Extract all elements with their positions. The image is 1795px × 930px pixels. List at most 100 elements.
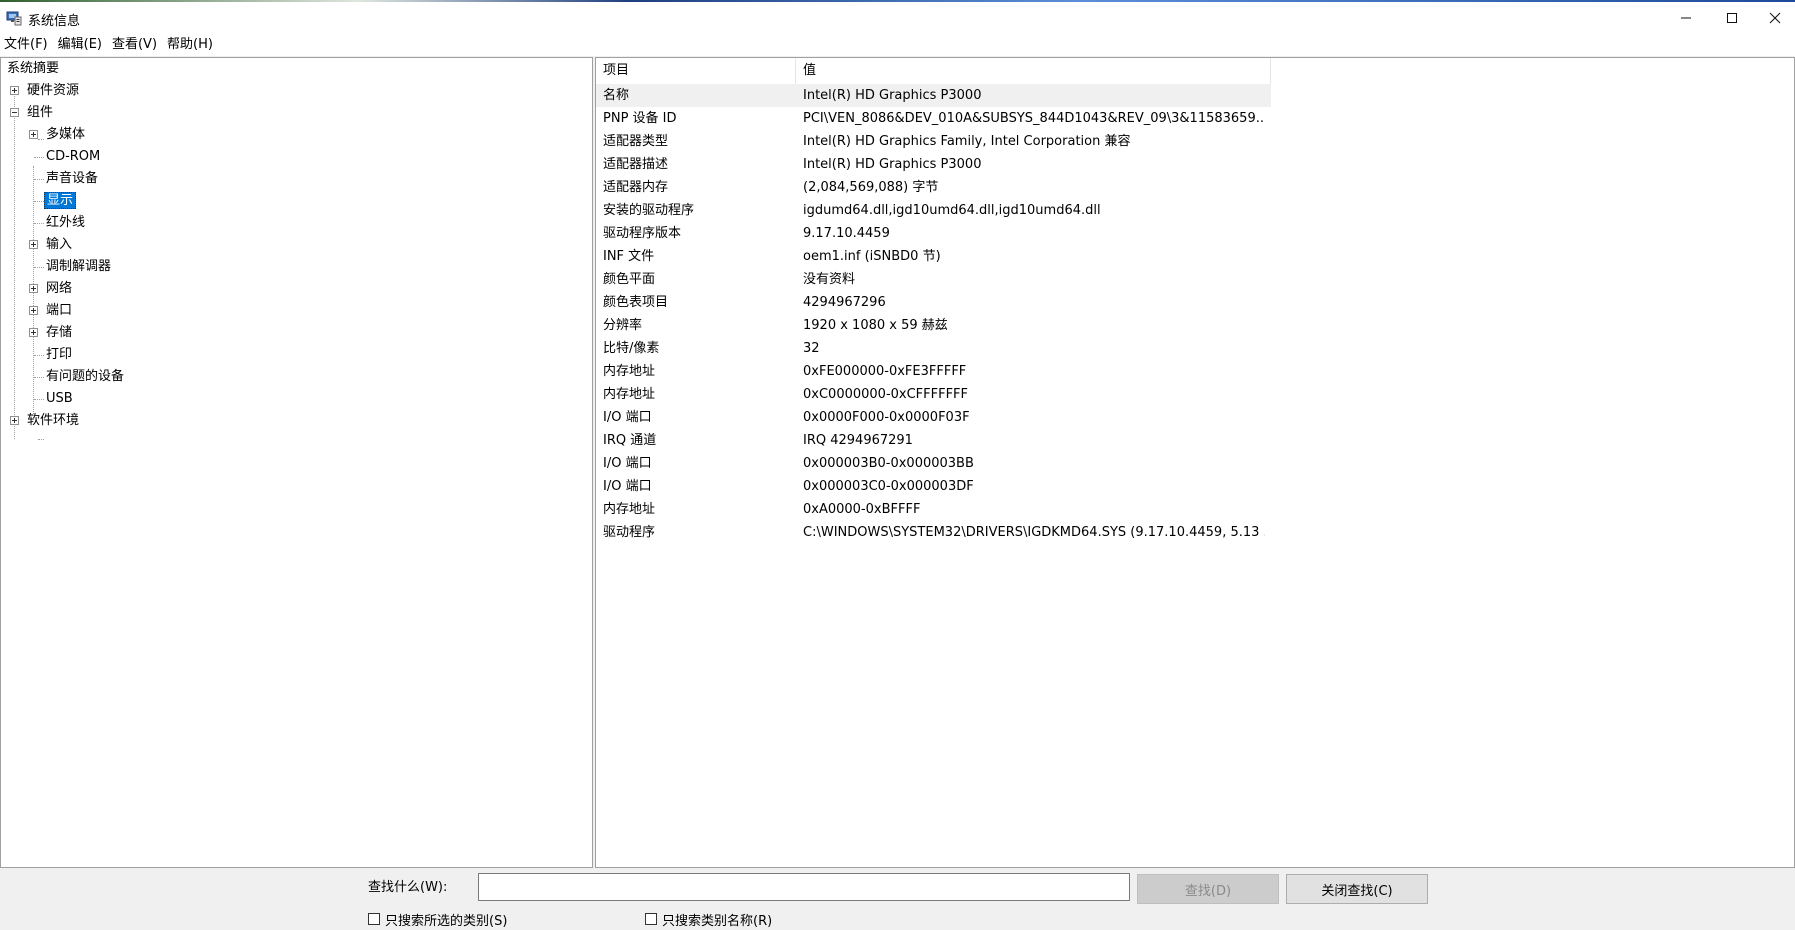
row-item-name: 适配器内存 [603,180,669,195]
tree-item-components[interactable]: 组件 [10,102,210,124]
tree-item-modem[interactable]: 调制解调器 [46,256,111,278]
expand-plus-icon[interactable] [29,284,38,293]
tree-item-label: 软件环境 [27,413,80,428]
row-item-name: 安装的驱动程序 [603,203,695,218]
find-button[interactable]: 查找(D) [1137,874,1279,904]
tree-line [34,223,44,224]
table-row[interactable]: I/O 端口 0x0000F000-0x0000F03F [596,406,1271,429]
tree-line [34,355,44,356]
row-item-value: 0x0000F000-0x0000F03F [803,410,970,425]
tree-item-usb[interactable]: USB [46,388,73,410]
tree-item-label: 打印 [46,347,73,362]
table-row[interactable]: IRQ 通道 IRQ 4294967291 [596,429,1271,452]
table-row[interactable]: I/O 端口 0x000003C0-0x000003DF [596,475,1271,498]
tree-item-input[interactable]: 输入 [29,234,229,256]
row-item-name: I/O 端口 [603,410,652,425]
checkbox-box[interactable] [645,913,657,925]
menu-help[interactable]: 帮助(H) [163,34,219,56]
table-row[interactable]: 适配器类型 Intel(R) HD Graphics Family, Intel … [596,130,1271,153]
expand-plus-icon[interactable] [29,328,38,337]
row-item-value: 0xA0000-0xBFFFF [803,502,921,517]
collapse-minus-icon[interactable] [10,108,19,117]
table-row[interactable]: 驱动程序版本 9.17.10.4459 [596,222,1271,245]
tree-item-printing[interactable]: 打印 [46,344,72,366]
menu-bar: 文件(F) 编辑(E) 查看(V) 帮助(H) [0,34,1795,56]
tree-item-label: 红外线 [46,215,86,230]
table-row[interactable]: 颜色平面 没有资料 [596,268,1271,291]
tree-line [34,179,44,180]
maximize-button[interactable] [1709,2,1755,34]
menu-file[interactable]: 文件(F) [0,34,54,56]
table-row[interactable]: I/O 端口 0x000003B0-0x000003BB [596,452,1271,475]
table-row[interactable]: 内存地址 0xFE000000-0xFE3FFFFF [596,360,1271,383]
row-item-value: 1920 x 1080 x 59 赫兹 [803,318,948,333]
tree-item-label: USB [46,391,73,406]
row-item-value: IRQ 4294967291 [803,433,913,448]
tree-item-network[interactable]: 网络 [29,278,229,300]
tree-item-storage[interactable]: 存储 [29,322,229,344]
tree-line [14,89,15,439]
table-row[interactable]: 名称 Intel(R) HD Graphics P3000 [596,84,1271,107]
tree-item-label: 有问题的设备 [46,369,125,384]
minimize-icon [1681,17,1691,19]
table-row[interactable]: 内存地址 0xC0000000-0xCFFFFFFF [596,383,1271,406]
row-item-name: INF 文件 [603,249,655,264]
window-title: 系统信息 [28,14,81,29]
close-button[interactable] [1755,2,1795,34]
tree-line [34,377,44,378]
row-item-value: 0x000003C0-0x000003DF [803,479,974,494]
tree-item-display[interactable]: 显示 [44,190,77,212]
tree-item-label: 声音设备 [46,171,99,186]
menu-edit[interactable]: 编辑(E) [54,34,108,56]
table-row[interactable]: 适配器内存 (2,084,569,088) 字节 [596,176,1271,199]
row-item-value: 0xC0000000-0xCFFFFFFF [803,387,969,402]
category-tree[interactable]: 系统摘要 硬件资源 组件 多媒体 CD-ROM 声音设备 显示 红外线 输入 调… [0,57,593,868]
search-selected-category-checkbox[interactable]: 只搜索所选的类别(S) [368,911,507,929]
table-row[interactable]: 颜色表项目 4294967296 [596,291,1271,314]
tree-item-infrared[interactable]: 红外线 [46,212,85,234]
tree-item-label: 端口 [46,303,73,318]
row-item-name: PNP 设备 ID [603,111,677,126]
column-header-value[interactable]: 值 [796,58,1271,84]
table-row[interactable]: 驱动程序 C:\WINDOWS\SYSTEM32\DRIVERS\IGDKMD64… [596,521,1271,544]
expand-plus-icon[interactable] [29,240,38,249]
row-item-name: 内存地址 [603,364,656,379]
column-header-item[interactable]: 项目 [596,58,796,84]
search-category-names-checkbox[interactable]: 只搜索类别名称(R) [645,911,773,929]
row-item-name: 比特/像素 [603,341,660,356]
expand-plus-icon[interactable] [10,416,19,425]
tree-item-multimedia[interactable]: 多媒体 [29,124,229,146]
table-row[interactable]: INF 文件 oem1.inf (iSNBD0 节) [596,245,1271,268]
row-item-name: 颜色平面 [603,272,656,287]
tree-item-problem-devices[interactable]: 有问题的设备 [46,366,124,388]
expand-plus-icon[interactable] [29,130,38,139]
row-item-value: 0xFE000000-0xFE3FFFFF [803,364,967,379]
tree-item-cdrom[interactable]: CD-ROM [46,146,100,168]
tree-item-system-summary[interactable]: 系统摘要 [7,58,59,80]
table-row[interactable]: 适配器描述 Intel(R) HD Graphics P3000 [596,153,1271,176]
checkbox-label: 只搜索类别名称(R) [662,913,773,929]
row-item-value: igdumd64.dll,igd10umd64.dll,igd10umd64.d… [803,203,1101,218]
row-item-name: 颜色表项目 [603,295,669,310]
row-item-name: I/O 端口 [603,456,652,471]
table-row[interactable]: 比特/像素 32 [596,337,1271,360]
menu-view[interactable]: 查看(V) [108,34,163,56]
expand-plus-icon[interactable] [29,306,38,315]
table-row[interactable]: 安装的驱动程序 igdumd64.dll,igd10umd64.dll,igd10… [596,199,1271,222]
table-row[interactable]: PNP 设备 ID PCI\VEN_8086&DEV_010A&SUBSYS_84… [596,107,1271,130]
find-label: 查找什么(W): [368,880,448,895]
title-bar[interactable]: 系统信息 [0,2,1795,34]
tree-item-sound[interactable]: 声音设备 [46,168,98,190]
tree-item-ports[interactable]: 端口 [29,300,229,322]
find-input[interactable] [478,873,1130,901]
table-row[interactable]: 内存地址 0xA0000-0xBFFFF [596,498,1271,521]
tree-item-hardware[interactable]: 硬件资源 [10,80,210,102]
close-find-button[interactable]: 关闭查找(C) [1286,874,1428,904]
table-row[interactable]: 分辨率 1920 x 1080 x 59 赫兹 [596,314,1271,337]
details-list[interactable]: 项目 值 名称 Intel(R) HD Graphics P3000 PNP 设备 … [595,57,1795,868]
checkbox-box[interactable] [368,913,380,925]
tree-item-software[interactable]: 软件环境 [10,410,210,432]
row-item-name: 内存地址 [603,387,656,402]
minimize-button[interactable] [1663,2,1709,34]
expand-plus-icon[interactable] [10,86,19,95]
